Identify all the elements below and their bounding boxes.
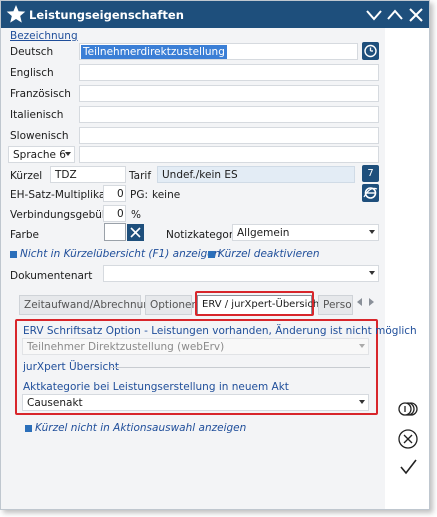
input-tarif[interactable]: Undef./kein ES	[157, 166, 355, 183]
tab-zeitaufwand[interactable]: Zeitaufwand/Abrechnung	[19, 295, 157, 315]
chevron-down-icon	[369, 271, 375, 275]
tab-scroll-right-icon[interactable]	[366, 297, 376, 307]
translate-button[interactable]	[362, 42, 379, 60]
cancel-icon	[398, 429, 418, 449]
input-sprache-6[interactable]	[79, 146, 379, 163]
sprache-select[interactable]: Sprache 6	[8, 146, 75, 163]
label-kuerzel-nicht-aktion[interactable]: Kürzel nicht in Aktionsauswahl anzeigen	[35, 422, 246, 434]
notizkategorie-value: Allgemein	[237, 227, 290, 239]
tab-scroll-left-icon[interactable]	[355, 297, 365, 307]
title-bar: Leistungseigenschaften	[1, 1, 429, 28]
label-farbe: Farbe	[10, 229, 39, 241]
label-dokumentenart: Dokumentenart	[10, 270, 93, 282]
input-franzoesisch[interactable]	[79, 85, 379, 102]
label-kuerzel-text: Kürzel	[10, 170, 43, 182]
chevron-down-icon	[359, 400, 365, 404]
tab-person[interactable]: Person	[318, 295, 353, 315]
sprache-select-value: Sprache 6	[13, 149, 66, 161]
label-tarif: Tarif	[129, 170, 152, 182]
input-italienisch[interactable]	[79, 106, 379, 123]
aktkategorie-value: Causenakt	[27, 397, 83, 409]
ie-button[interactable]	[362, 184, 379, 202]
tab-optionen[interactable]: Optionen	[145, 295, 198, 315]
label-jurxpert-uebersicht: jurXpert Übersicht	[23, 361, 120, 373]
label-englisch: Englisch	[10, 67, 54, 79]
label-erv-schriftsatz: ERV Schriftsatz Option - Leistungen vorh…	[23, 325, 417, 337]
chevron-down-icon	[359, 344, 365, 348]
percent-label: %	[131, 209, 141, 221]
tarif-badge[interactable]: 7	[362, 165, 379, 182]
input-deutsch[interactable]: Teilnehmerdirektzustellung	[79, 43, 358, 60]
label-nicht-kuerzeluebersicht[interactable]: Nicht in Kürzelübersicht (F1) anzeigen	[20, 248, 220, 260]
label-italienisch: Italienisch	[10, 109, 64, 121]
dokumentenart-select[interactable]	[103, 265, 379, 282]
label-pg: PG:	[130, 189, 149, 201]
erv-schriftsatz-value: Teilnehmer Direktzustellung (webErv)	[27, 341, 225, 353]
input-verbindungsgebuehr[interactable]: 0	[103, 205, 126, 222]
cancel-button[interactable]	[397, 428, 419, 450]
aktkategorie-select[interactable]: Causenakt	[22, 394, 369, 411]
label-kuerzel: Kürzel	[10, 170, 42, 182]
input-eh-satz[interactable]: 0	[103, 185, 126, 202]
input-englisch[interactable]	[79, 64, 379, 81]
label-deutsch: Deutsch	[10, 46, 54, 58]
input-kuerzel-text: TDZ	[55, 169, 77, 181]
chevron-down-icon	[65, 152, 71, 156]
checkbox-kuerzel-deaktivieren[interactable]	[208, 251, 215, 258]
window-title: Leistungseigenschaften	[29, 8, 184, 22]
input-eh-satz-text: 0	[117, 188, 124, 200]
label-aktkategorie: Aktkategorie bei Leistungserstellung in …	[23, 381, 289, 393]
pg-value: keine	[152, 189, 181, 201]
clock-icon	[364, 44, 377, 58]
star-icon	[6, 5, 26, 23]
notizkategorie-select[interactable]: Allgemein	[232, 224, 379, 241]
section-bezeichnung: Bezeichnung	[10, 30, 78, 42]
checkmark-icon	[400, 459, 417, 475]
chevron-up-icon[interactable]	[385, 5, 405, 25]
label-kuerzel-deaktivieren[interactable]: Kürzel deaktivieren	[218, 248, 320, 260]
label-slowenisch: Slowenisch	[10, 130, 69, 142]
label-verbindungsgebuehr: Verbindungsgebühr	[10, 209, 113, 221]
browser-icon	[363, 187, 378, 199]
erv-schriftsatz-select: Teilnehmer Direktzustellung (webErv)	[22, 338, 369, 355]
clear-color-button[interactable]	[127, 224, 144, 241]
close-icon	[130, 227, 141, 238]
color-swatch[interactable]	[104, 223, 126, 241]
checkbox-kuerzel-nicht-aktion[interactable]	[25, 425, 32, 432]
chevron-down-icon	[369, 230, 375, 234]
input-slowenisch[interactable]	[79, 127, 379, 144]
label-franzoesisch: Französisch	[10, 88, 71, 100]
input-kuerzel[interactable]: TDZ	[50, 166, 126, 183]
confirm-button[interactable]	[397, 456, 419, 478]
tab-highlight	[195, 291, 314, 316]
input-tarif-text: Undef./kein ES	[162, 169, 238, 181]
close-icon[interactable]	[406, 5, 426, 25]
divider	[110, 367, 370, 368]
chevron-down-icon[interactable]	[364, 5, 384, 25]
input-verbindungsgebuehr-text: 0	[117, 208, 124, 220]
checkbox-nicht-kuerzeluebersicht[interactable]	[10, 251, 17, 258]
coins-icon[interactable]	[397, 398, 419, 420]
input-deutsch-text: Teilnehmerdirektzustellung	[81, 45, 227, 59]
